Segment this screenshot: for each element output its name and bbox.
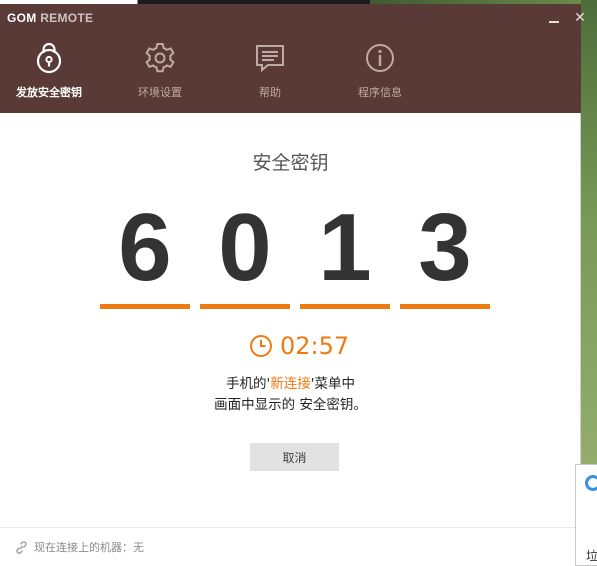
app-title-remote: REMOTE <box>36 11 94 25</box>
tab-settings-label: 环境设置 <box>138 86 182 99</box>
status-bar: 现在连接上的机器：无 <box>0 527 581 566</box>
digit-value: 1 <box>318 194 372 301</box>
minimize-button[interactable] <box>545 9 563 27</box>
security-key-title: 安全密钥 <box>252 152 329 174</box>
minimize-icon <box>549 21 559 23</box>
new-connection-highlight: 新连接 <box>270 376 311 392</box>
instruction-line-1: 手机的'新连接'菜单中 <box>0 374 581 395</box>
instruction-text: 手机的'新连接'菜单中 画面中显示的 安全密钥。 <box>0 374 581 416</box>
link-icon <box>16 540 27 554</box>
gom-remote-window: GOM REMOTE ✕ 发放安全密钥 环境设置 帮助 程序信息 安全密钥 6 … <box>0 4 586 566</box>
security-key-digit: 1 <box>300 194 390 309</box>
instruction-line-1-post: '菜单中 <box>310 376 355 392</box>
digit-underline <box>200 304 290 309</box>
digit-value: 6 <box>118 194 172 301</box>
tab-settings[interactable]: 环境设置 <box>112 40 208 106</box>
connection-status: 现在连接上的机器：无 <box>34 541 144 554</box>
digit-underline <box>100 304 190 309</box>
app-title-gom: GOM <box>7 11 37 25</box>
notification-popup[interactable]: 垃 <box>575 464 597 566</box>
countdown-timer: 02:57 <box>249 331 349 361</box>
instruction-line-2: 画面中显示的 安全密钥。 <box>214 397 367 413</box>
countdown-time: 02:57 <box>280 332 350 360</box>
popup-partial-text: 垃 <box>586 549 597 563</box>
digit-underline <box>300 304 390 309</box>
header-bar: GOM REMOTE ✕ 发放安全密钥 环境设置 帮助 程序信息 <box>0 4 586 113</box>
info-icon <box>366 44 394 72</box>
cancel-button[interactable]: 取消 <box>250 443 339 471</box>
close-button[interactable]: ✕ <box>571 9 589 27</box>
lock-icon <box>36 42 62 74</box>
security-key-digit: 0 <box>200 194 290 309</box>
tab-program-info[interactable]: 程序信息 <box>332 40 428 106</box>
digit-underline <box>400 304 490 309</box>
tab-help-label: 帮助 <box>259 86 281 99</box>
instruction-line-1-pre: 手机的' <box>226 376 271 392</box>
tab-help[interactable]: 帮助 <box>222 40 318 106</box>
security-key-digit: 3 <box>400 194 490 309</box>
browser-logo-icon <box>585 475 597 491</box>
tab-program-info-label: 程序信息 <box>358 86 402 99</box>
security-key-digit: 6 <box>100 194 190 309</box>
app-title: GOM REMOTE <box>7 11 93 25</box>
digit-value: 0 <box>218 194 272 301</box>
clock-icon <box>250 335 272 357</box>
tab-generate-key[interactable]: 发放安全密钥 <box>1 40 97 106</box>
chat-bubble-icon <box>256 45 284 73</box>
tab-generate-key-label: 发放安全密钥 <box>16 86 82 99</box>
digit-value: 3 <box>418 194 472 301</box>
gear-icon <box>145 43 175 73</box>
